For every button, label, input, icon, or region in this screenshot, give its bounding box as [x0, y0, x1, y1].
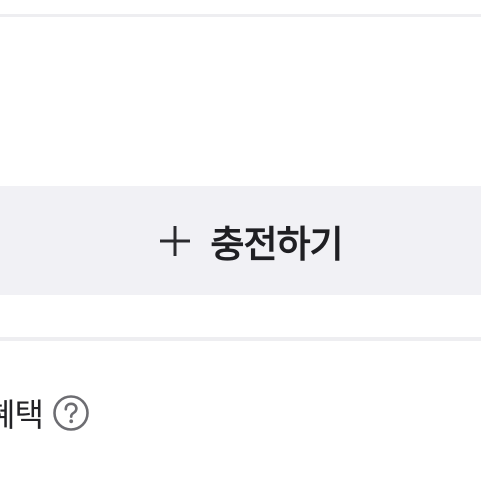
charge-button-label: 충전하기: [210, 222, 343, 266]
section-divider-top: [0, 14, 481, 17]
help-icon[interactable]: [52, 394, 90, 432]
charge-button-content: 충전하기: [158, 214, 344, 268]
charge-button[interactable]: 충전하기: [0, 186, 481, 295]
section-divider: [0, 337, 481, 341]
plus-icon: [160, 225, 191, 256]
charge-panel: 충전하기 혜택: [0, 0, 481, 481]
benefit-header: 혜택: [0, 388, 90, 438]
benefit-title: 혜택: [0, 396, 44, 434]
